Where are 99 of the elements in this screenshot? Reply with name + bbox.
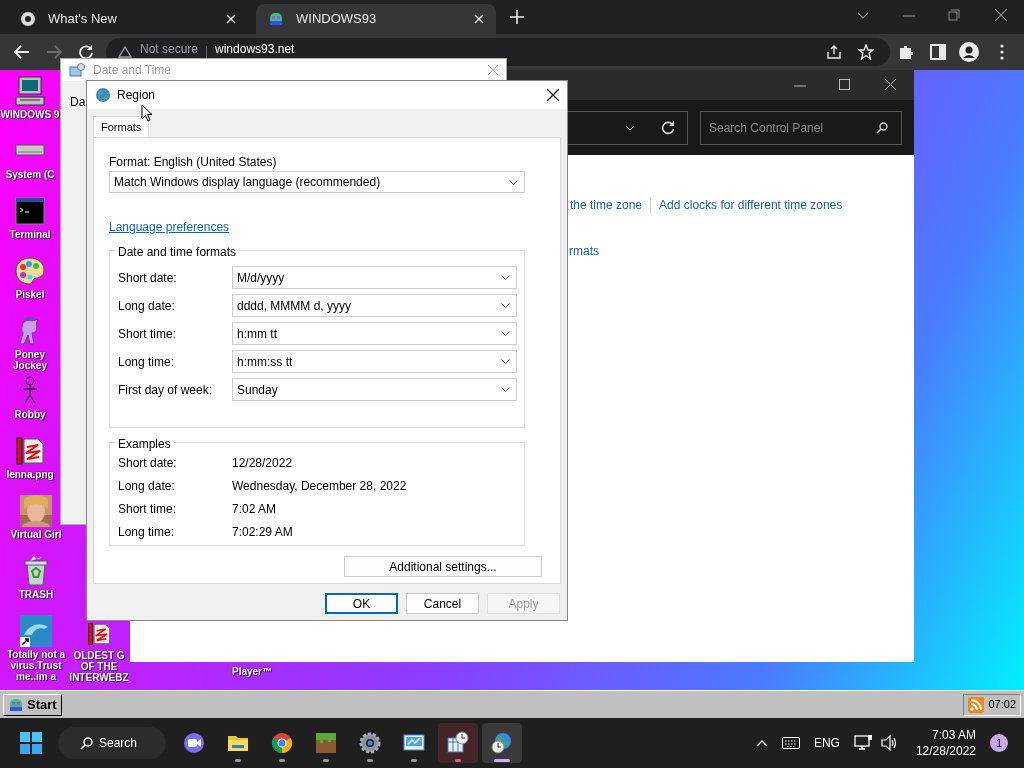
icon-label: Robby: [14, 409, 46, 420]
close-icon[interactable]: [885, 79, 896, 90]
keyboard-icon[interactable]: [781, 737, 800, 749]
palette-icon[interactable]: [14, 255, 46, 287]
dialog-button[interactable]: Cancel: [406, 593, 479, 614]
dolphin-shortcut-icon[interactable]: [20, 615, 52, 647]
chevron-down-icon: [501, 359, 510, 364]
star-icon[interactable]: [858, 44, 874, 60]
new-tab-icon[interactable]: [510, 10, 524, 24]
paint-file-icon[interactable]: [14, 435, 46, 467]
link[interactable]: rmats: [569, 242, 599, 260]
ghost-icon: [8, 696, 24, 713]
search-box[interactable]: Search: [58, 727, 166, 759]
icon-label: Virtual Girl: [10, 529, 62, 540]
ghost-icon: [268, 11, 284, 27]
notification-badge[interactable]: 1: [990, 734, 1008, 752]
field-label: Short time:: [118, 500, 178, 518]
taskbar-app[interactable]: [482, 723, 522, 763]
icon-label: Player™: [232, 666, 272, 677]
url-text: windows93.net: [215, 41, 295, 58]
settings-icon: [358, 731, 382, 755]
globe-icon: [95, 87, 111, 103]
field-value: 12/28/2022: [232, 454, 293, 472]
field-value: 7:02:29 AM: [232, 523, 293, 541]
volume-icon[interactable]: [879, 735, 898, 751]
video-call-icon: [182, 731, 206, 755]
field-label: Long date:: [118, 477, 176, 495]
clock-date[interactable]: 12/28/2022: [915, 743, 976, 759]
field-label: Long time:: [118, 353, 176, 371]
chevron-down-icon: [501, 303, 510, 308]
paint-file-icon[interactable]: [85, 621, 113, 647]
grass-block-icon: [314, 731, 338, 755]
icon-label: TRASH: [18, 589, 54, 600]
dropdown[interactable]: dddd, MMMM d, yyyy: [232, 294, 517, 317]
icon-label: Piskel: [15, 289, 45, 300]
language-indicator[interactable]: ENG: [813, 734, 840, 752]
link[interactable]: the time zone: [570, 196, 643, 214]
calendar-clock-icon: [446, 731, 470, 755]
field-label: Long date:: [118, 297, 176, 315]
dropdown[interactable]: Match Windows display language (recommended): [109, 171, 525, 193]
clock-time[interactable]: 7:03 AM: [931, 727, 976, 743]
refresh-icon[interactable]: [661, 121, 675, 135]
globe-clock-icon: [490, 731, 514, 755]
dropdown[interactable]: h:mm tt: [232, 322, 517, 345]
dropdown[interactable]: h:mm:ss tt: [232, 350, 517, 373]
field-label: Short time:: [118, 325, 178, 343]
back-icon[interactable]: [14, 45, 30, 59]
field-label: Short date:: [118, 454, 178, 472]
search-icon[interactable]: [876, 122, 888, 134]
chevron-down-icon: [501, 331, 510, 336]
side-panel-icon[interactable]: [930, 44, 946, 60]
search-field[interactable]: Search Control Panel: [700, 111, 902, 145]
warning-icon: [118, 46, 132, 58]
dialog-title: Region: [117, 87, 157, 104]
field-label: First day of week:: [118, 381, 214, 399]
field-value: Wednesday, December 28, 2022: [232, 477, 407, 495]
puzzle-icon[interactable]: [898, 44, 914, 60]
link[interactable]: Add clocks for different time zones: [659, 196, 843, 214]
computer-icon[interactable]: [14, 75, 46, 107]
terminal-icon[interactable]: [14, 195, 46, 227]
reload-icon[interactable]: [78, 44, 94, 60]
network-icon[interactable]: [853, 735, 872, 751]
profile-icon[interactable]: [959, 42, 979, 62]
icon-label: Terminal: [9, 229, 51, 240]
windows-logo-icon[interactable]: [20, 732, 42, 754]
icon-label: lenna.png: [6, 469, 54, 480]
link[interactable]: Language preferences: [109, 218, 230, 236]
maximize-icon[interactable]: [839, 79, 850, 90]
icon-label: WINDOWS 9: [0, 109, 60, 120]
browser-tab[interactable]: WINDOWS93: [256, 4, 496, 34]
field-label: Short date:: [118, 269, 178, 287]
calendar-clock-icon: [69, 63, 85, 77]
forward-icon: [46, 45, 62, 59]
icon-label: System (C: [5, 169, 55, 180]
icon-label: Poney Jockey: [12, 349, 48, 371]
close-icon[interactable]: [547, 89, 559, 101]
tab[interactable]: Da: [70, 93, 86, 111]
tab[interactable]: Formats: [93, 116, 150, 137]
field-label: Long time:: [118, 523, 176, 541]
chevron-down-icon: [501, 387, 510, 392]
more-icon[interactable]: [1000, 44, 1004, 60]
icon-label: Totally not a virus.Trust me..im a: [5, 649, 67, 682]
chevron-down-icon: [501, 275, 510, 280]
clock: 07:02: [988, 697, 1016, 713]
chevron-up-icon[interactable]: [755, 739, 768, 747]
search-icon: [80, 736, 93, 750]
icon-label: OLDEST G OF THE INTERWEBZ: [68, 650, 130, 683]
dialog-button[interactable]: OK: [325, 593, 398, 614]
dropdown[interactable]: M/d/yyyy: [232, 266, 517, 289]
security-label: Not secure: [140, 41, 199, 58]
additional-settings-button[interactable]: Additional settings...: [344, 556, 542, 577]
field-value: 7:02 AM: [232, 500, 277, 518]
restore-icon[interactable]: [948, 9, 960, 21]
dialog-button: Apply: [487, 593, 560, 614]
share-icon[interactable]: [826, 44, 842, 60]
start-button[interactable]: Start: [3, 693, 62, 716]
chevron-down-icon: [509, 179, 518, 185]
dropdown[interactable]: Sunday: [232, 378, 517, 401]
field-label: Format: English (United States): [109, 154, 278, 168]
